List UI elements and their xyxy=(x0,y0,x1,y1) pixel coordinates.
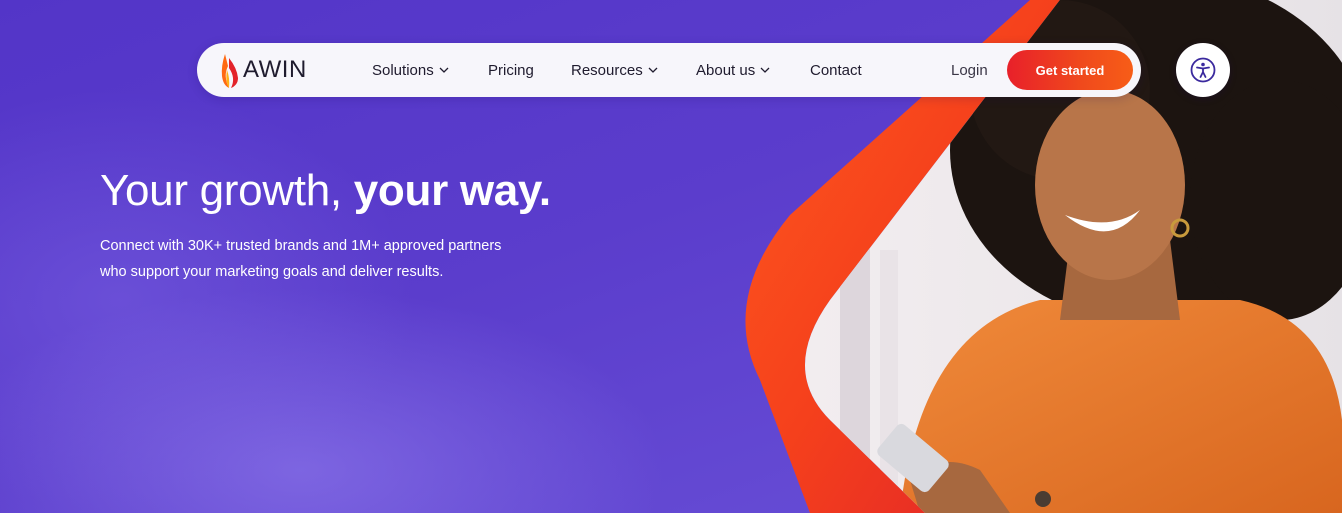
get-started-button[interactable]: Get started xyxy=(1007,50,1133,90)
nav-resources[interactable]: Resources xyxy=(571,43,658,97)
nav-solutions-label: Solutions xyxy=(372,61,434,79)
nav-pricing-label: Pricing xyxy=(488,61,534,79)
logo-text: AWIN xyxy=(243,56,307,83)
nav-solutions[interactable]: Solutions xyxy=(372,43,449,97)
nav-contact[interactable]: Contact xyxy=(810,43,862,97)
hero-subtitle: Connect with 30K+ trusted brands and 1M+… xyxy=(100,233,560,285)
hero-title-bold: your way. xyxy=(353,166,551,215)
nav-about-label: About us xyxy=(696,61,756,79)
flame-logo-icon xyxy=(221,54,238,88)
hero-subtitle-line1: Connect with 30K+ trusted brands and 1M+… xyxy=(100,238,502,254)
hero-subtitle-line2: who support your marketing goals and del… xyxy=(100,264,444,280)
hero-title: Your growth, your way. xyxy=(100,166,551,216)
chevron-down-icon xyxy=(439,67,449,73)
accessibility-icon xyxy=(1190,57,1216,83)
main-navbar: AWIN Solutions Pricing Resources About u… xyxy=(197,43,1141,97)
accessibility-button[interactable] xyxy=(1176,43,1230,97)
awin-logo[interactable]: AWIN xyxy=(219,52,307,88)
hero-title-regular: Your growth, xyxy=(100,166,354,215)
nav-resources-label: Resources xyxy=(571,61,643,79)
login-link[interactable]: Login xyxy=(951,43,988,97)
nav-about[interactable]: About us xyxy=(696,43,770,97)
chevron-down-icon xyxy=(760,67,770,73)
chevron-down-icon xyxy=(648,67,658,73)
nav-pricing[interactable]: Pricing xyxy=(488,43,534,97)
nav-contact-label: Contact xyxy=(810,61,862,79)
